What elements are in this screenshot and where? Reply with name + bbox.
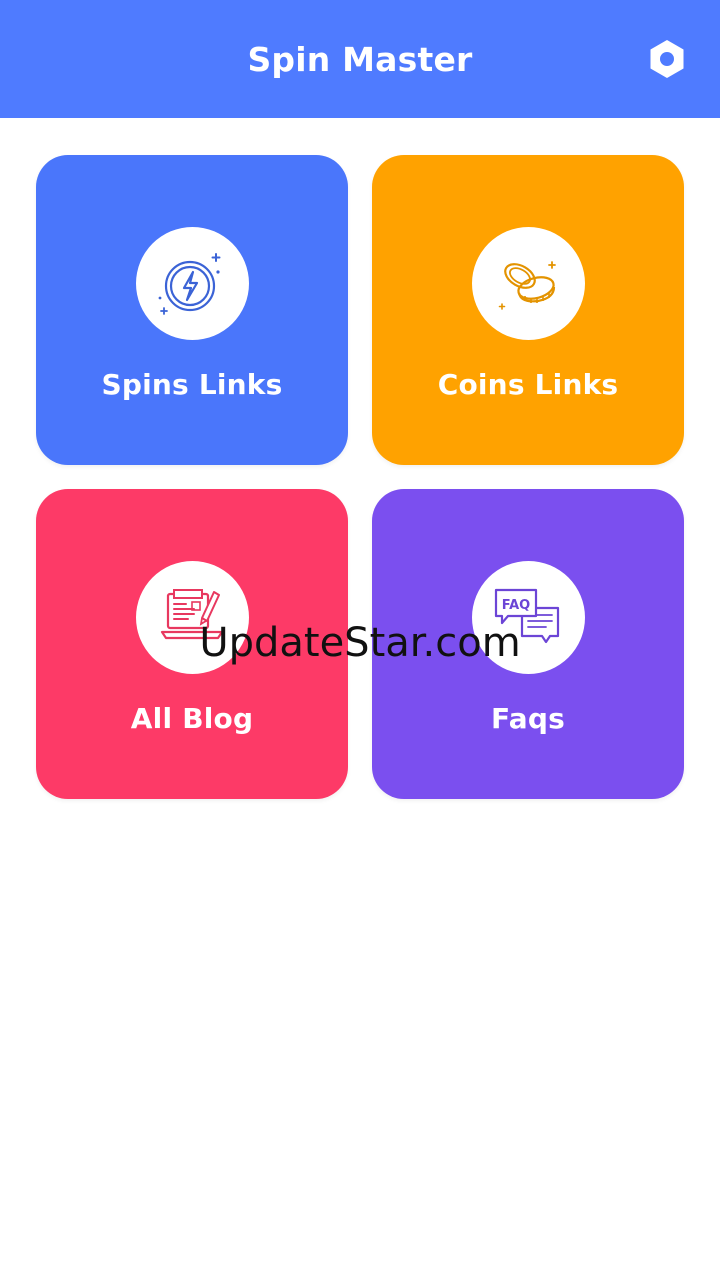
menu-grid: Spins Links Coins Links All Blog FAQ Faq…: [36, 155, 684, 799]
card-icon-holder: [135, 561, 249, 674]
app-title: Spin Master: [247, 39, 473, 79]
settings-button[interactable]: [646, 38, 688, 80]
blog-laptop-icon: [160, 588, 224, 639]
faq-icon-text: FAQ: [502, 598, 531, 613]
all-blog-card[interactable]: All Blog: [36, 489, 348, 799]
card-label: Spins Links: [101, 368, 283, 401]
card-label: Faqs: [491, 702, 565, 735]
spins-links-card[interactable]: Spins Links: [36, 155, 348, 465]
app-bar: Spin Master: [0, 0, 720, 118]
faqs-card[interactable]: FAQ Faqs: [372, 489, 684, 799]
coins-links-card[interactable]: Coins Links: [372, 155, 684, 465]
lightning-coin-icon: [158, 252, 221, 315]
card-icon-holder: [471, 227, 585, 340]
card-label: All Blog: [130, 702, 254, 735]
card-label: Coins Links: [437, 368, 619, 401]
settings-hexagon-icon: [650, 40, 684, 78]
card-icon-holder: FAQ: [471, 561, 585, 674]
card-icon-holder: [135, 227, 249, 340]
coins-icon: [498, 260, 556, 310]
app-screen: Spin Master Spins Links Coins Links All …: [0, 0, 720, 1280]
faq-chat-icon: FAQ: [494, 588, 560, 643]
